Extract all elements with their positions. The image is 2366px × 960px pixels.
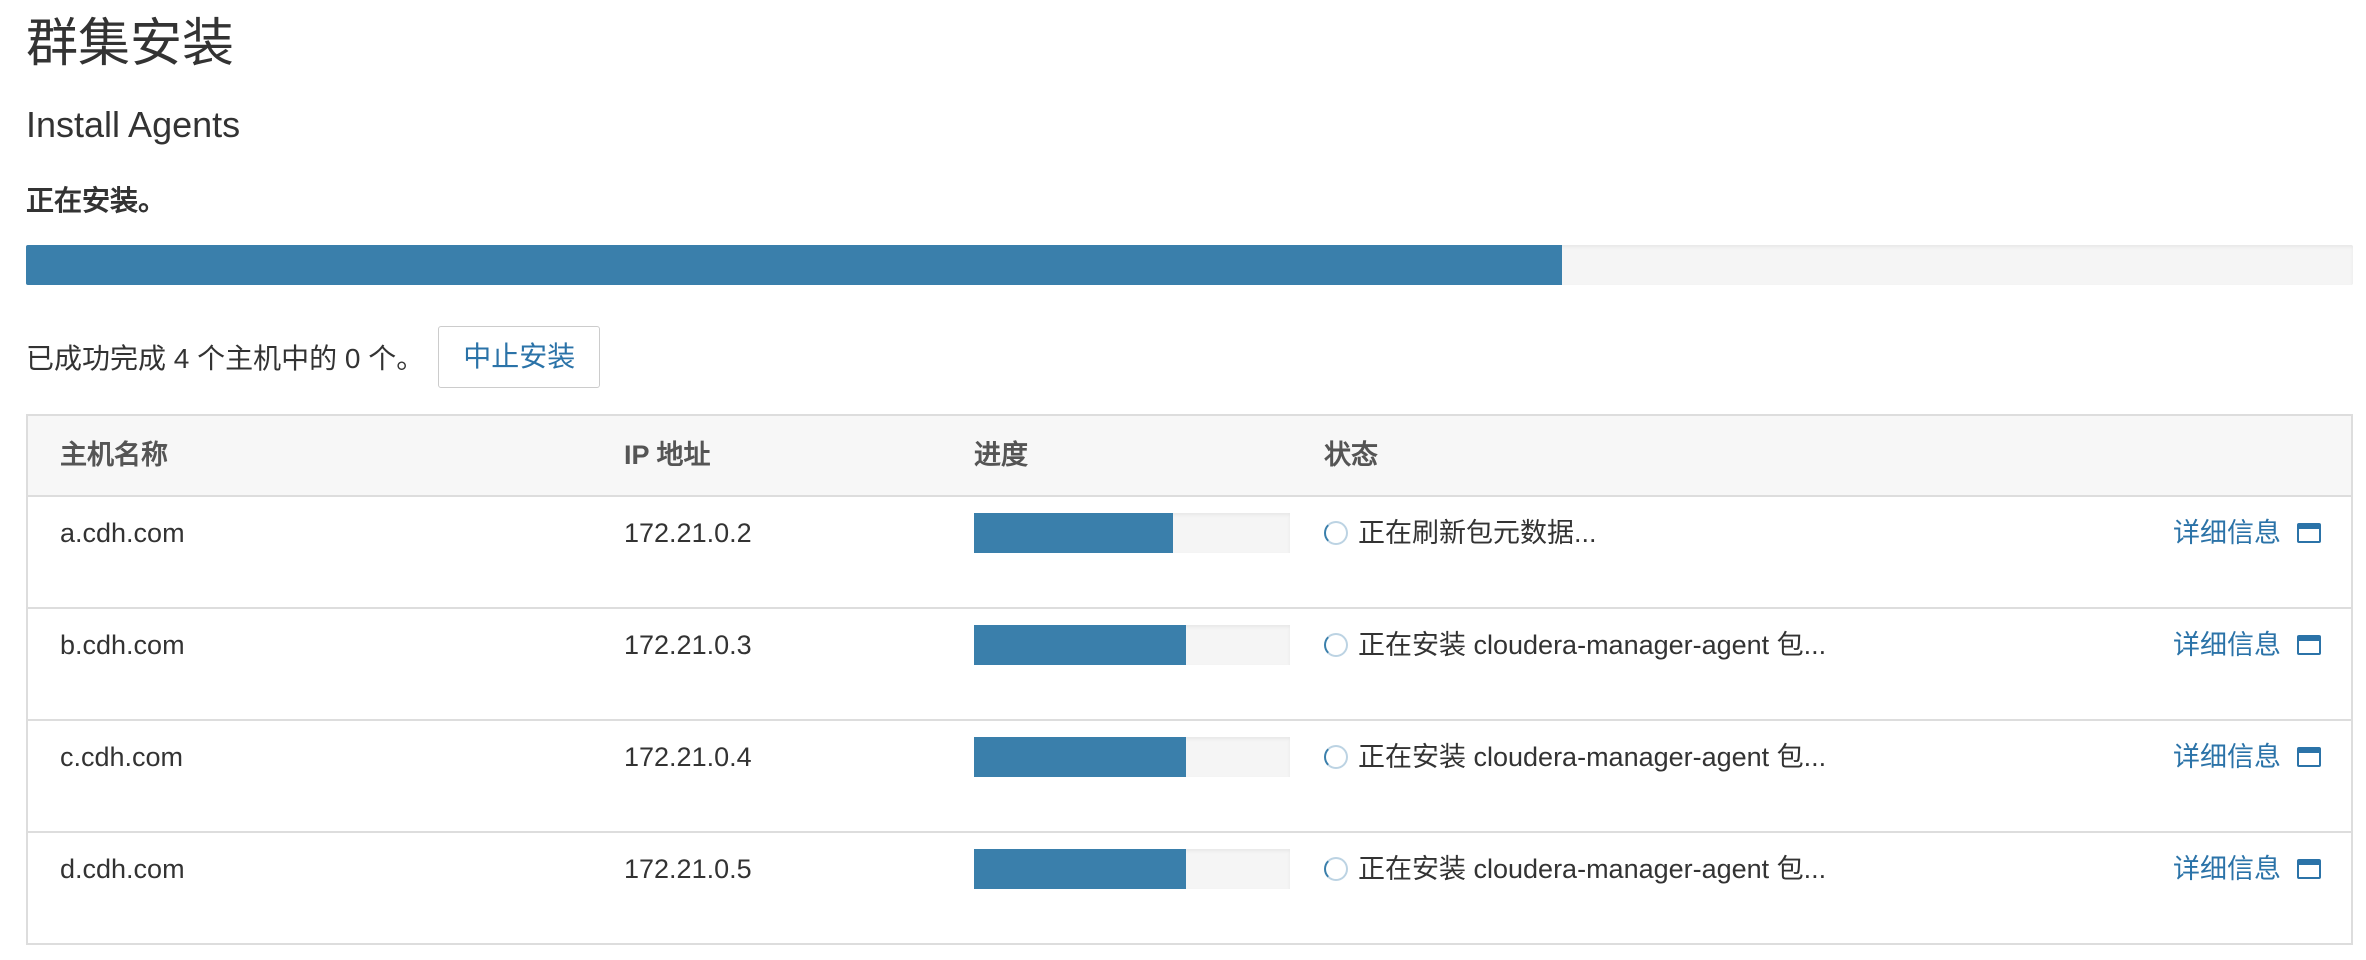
host-progress-fill: [974, 625, 1186, 665]
header-ip: IP 地址: [624, 440, 711, 470]
spinner-icon: [1324, 745, 1348, 769]
host-name: d.cdh.com: [60, 854, 185, 884]
host-status-text: 正在安装 cloudera-manager-agent 包...: [1358, 742, 1827, 772]
host-name: c.cdh.com: [60, 742, 184, 772]
host-progress-bar: [974, 513, 1290, 553]
host-progress-bar: [974, 625, 1290, 665]
details-link[interactable]: 详细信息: [2173, 739, 2321, 775]
window-icon[interactable]: [2297, 635, 2321, 655]
host-progress-fill: [974, 513, 1174, 553]
overall-progress-bar: [26, 245, 2353, 285]
table-row: d.cdh.com 172.21.0.5 正在安装 cloudera-manag…: [28, 833, 2351, 943]
spinner-icon: [1324, 857, 1348, 881]
overall-progress-fill: [26, 245, 1562, 285]
details-link-label[interactable]: 详细信息: [2173, 851, 2281, 887]
hosts-table: 主机名称 IP 地址 进度 状态 a.cdh.com 172.21.0.2 正在…: [26, 414, 2353, 945]
table-row: a.cdh.com 172.21.0.2 正在刷新包元数据... 详细信息: [28, 497, 2351, 609]
details-link[interactable]: 详细信息: [2173, 515, 2321, 551]
host-name: b.cdh.com: [60, 630, 185, 660]
details-link-label[interactable]: 详细信息: [2173, 627, 2281, 663]
install-status-text: 正在安装。: [26, 185, 167, 216]
details-link-label[interactable]: 详细信息: [2173, 739, 2281, 775]
table-row: b.cdh.com 172.21.0.3 正在安装 cloudera-manag…: [28, 609, 2351, 721]
host-name: a.cdh.com: [60, 518, 185, 548]
window-icon[interactable]: [2297, 523, 2321, 543]
host-status-text: 正在安装 cloudera-manager-agent 包...: [1358, 630, 1827, 660]
host-progress-bar: [974, 737, 1290, 777]
page-title: 群集安装: [26, 15, 235, 73]
step-subtitle: Install Agents: [26, 104, 241, 145]
host-progress-fill: [974, 737, 1186, 777]
host-ip: 172.21.0.5: [624, 854, 752, 884]
host-status: 正在安装 cloudera-manager-agent 包...: [1324, 739, 1826, 775]
summary-text: 已成功完成 4 个主机中的 0 个。: [26, 343, 425, 374]
header-status: 状态: [1324, 440, 1378, 470]
host-ip: 172.21.0.2: [624, 518, 752, 548]
host-progress-fill: [974, 849, 1186, 889]
details-link[interactable]: 详细信息: [2173, 851, 2321, 887]
host-status-text: 正在刷新包元数据...: [1358, 518, 1597, 548]
summary-row: 已成功完成 4 个主机中的 0 个。 中止安装: [26, 325, 601, 389]
host-status: 正在刷新包元数据...: [1324, 515, 1597, 551]
header-progress: 进度: [974, 440, 1028, 470]
host-status-text: 正在安装 cloudera-manager-agent 包...: [1358, 854, 1827, 884]
host-status: 正在安装 cloudera-manager-agent 包...: [1324, 627, 1826, 663]
host-ip: 172.21.0.4: [624, 742, 752, 772]
spinner-icon: [1324, 521, 1348, 545]
host-ip: 172.21.0.3: [624, 630, 752, 660]
table-header: 主机名称 IP 地址 进度 状态: [28, 416, 2351, 497]
abort-install-button[interactable]: 中止安装: [438, 326, 601, 388]
host-progress-bar: [974, 849, 1290, 889]
window-icon[interactable]: [2297, 859, 2321, 879]
details-link[interactable]: 详细信息: [2173, 627, 2321, 663]
details-link-label[interactable]: 详细信息: [2173, 515, 2281, 551]
spinner-icon: [1324, 633, 1348, 657]
window-icon[interactable]: [2297, 747, 2321, 767]
table-row: c.cdh.com 172.21.0.4 正在安装 cloudera-manag…: [28, 721, 2351, 833]
header-host: 主机名称: [60, 440, 168, 470]
host-status: 正在安装 cloudera-manager-agent 包...: [1324, 851, 1826, 887]
